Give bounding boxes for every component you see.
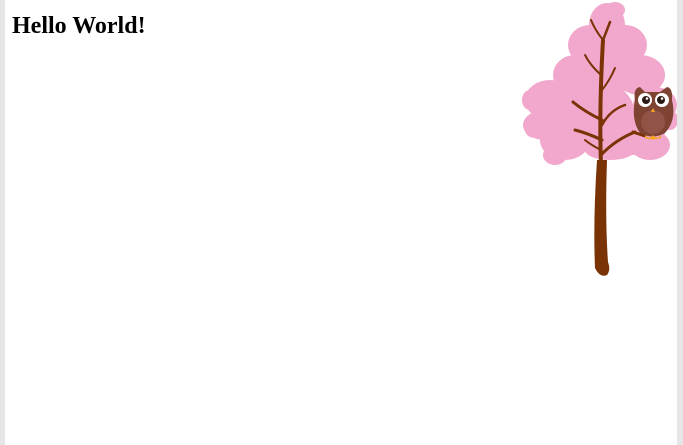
illustration (515, 0, 677, 285)
page-heading: Hello World! (12, 13, 146, 39)
browser-viewport: Hello World! (5, 0, 677, 445)
owl-icon (633, 87, 674, 140)
cherry-blossom-tree-icon (522, 2, 677, 276)
tree-trunk-base (594, 160, 610, 276)
